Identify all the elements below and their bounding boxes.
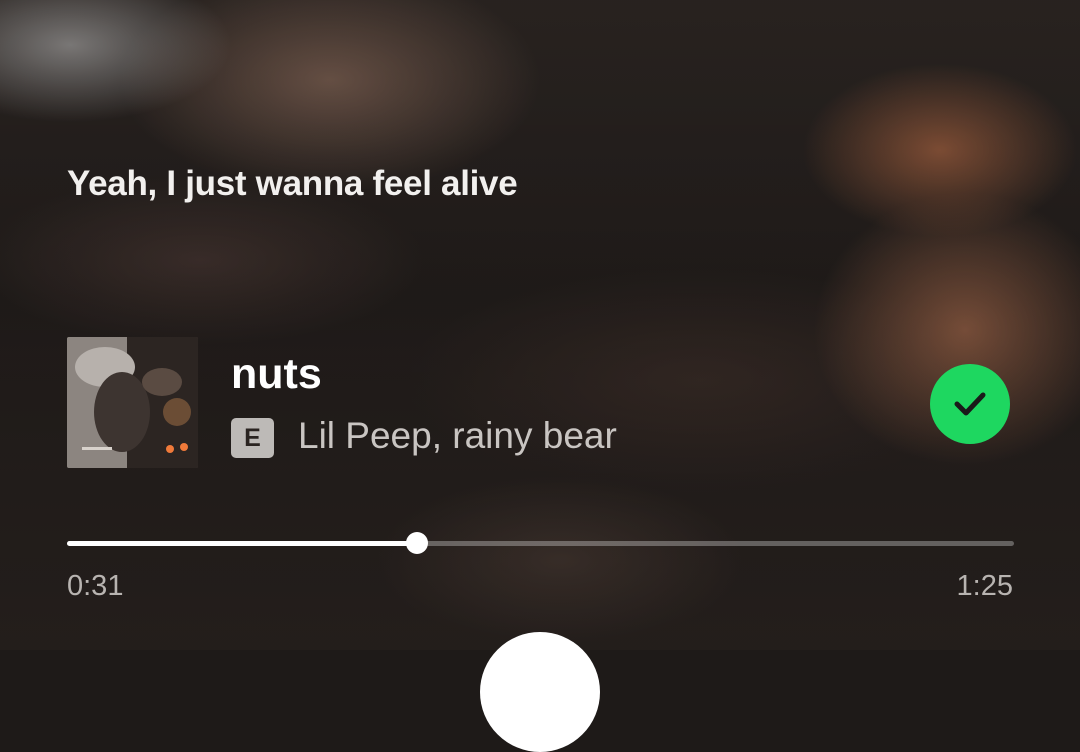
progress-bar[interactable]: [67, 532, 1014, 554]
track-title[interactable]: nuts: [231, 350, 322, 399]
track-artists[interactable]: Lil Peep, rainy bear: [298, 415, 617, 457]
lyric-line: Yeah, I just wanna feel alive: [67, 164, 518, 203]
progress-fill: [67, 541, 418, 546]
total-duration: 1:25: [956, 570, 1013, 602]
explicit-badge: E: [231, 418, 274, 458]
liked-button[interactable]: [930, 364, 1010, 444]
album-cover[interactable]: [67, 337, 198, 468]
album-cover-art: [67, 337, 198, 468]
check-icon: [954, 392, 986, 416]
play-pause-button[interactable]: [480, 632, 600, 752]
elapsed-time: 0:31: [67, 570, 124, 602]
progress-handle[interactable]: [406, 532, 429, 554]
